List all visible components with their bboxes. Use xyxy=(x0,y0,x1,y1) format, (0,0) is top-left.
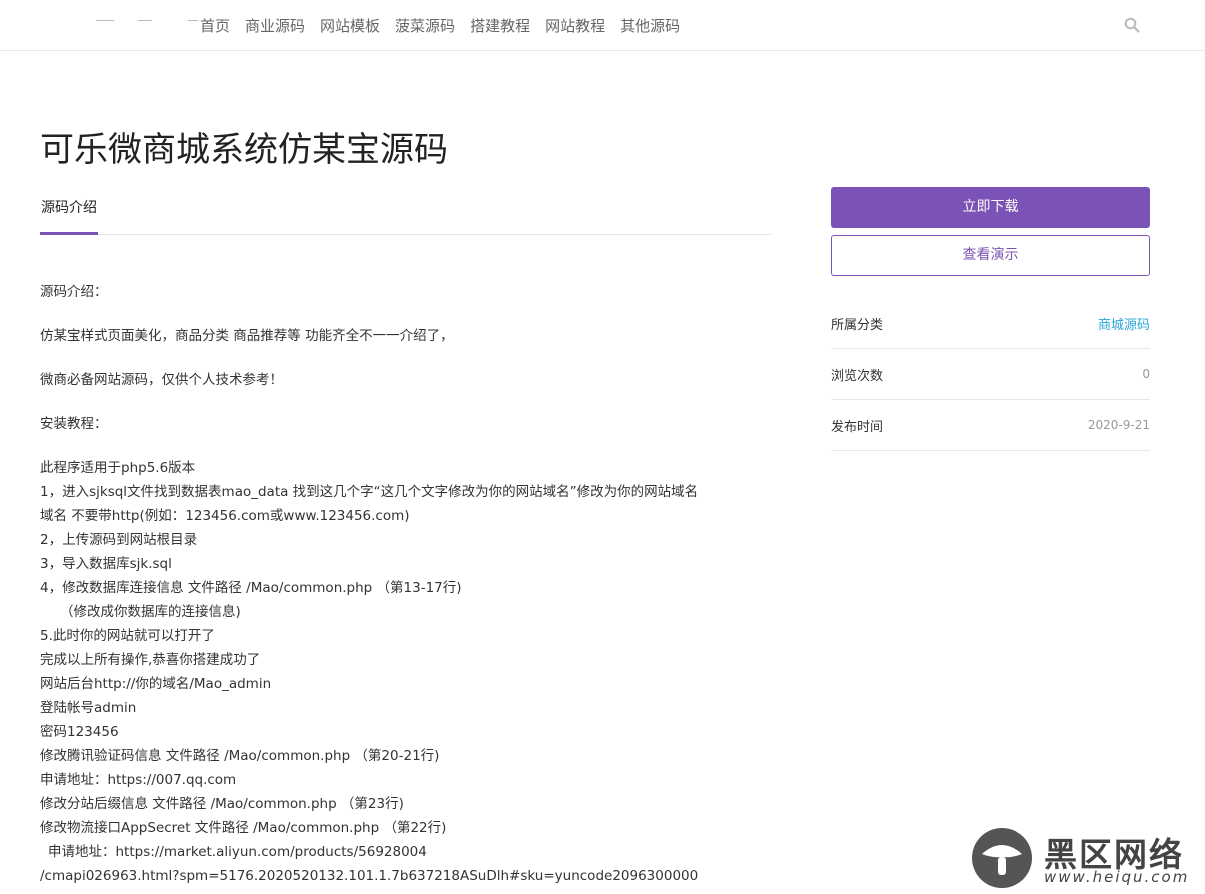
install-line: 3，导入数据库sjk.sql xyxy=(40,556,172,572)
nav-item-site-tutorials[interactable]: 网站教程 xyxy=(545,15,605,36)
install-line: /cmapi026963.html?spm=5176.2020520132.10… xyxy=(40,868,699,884)
install-line: 修改分站后缀信息 文件路径 /Mao/common.php （第23行) xyxy=(40,796,404,812)
install-heading: 安装教程： xyxy=(40,416,108,432)
install-steps: 此程序适用于php5.6版本 1，进入sjksql文件找到数据表mao_data… xyxy=(40,456,780,888)
install-line: 修改物流接口AppSecret 文件路径 /Mao/common.php （第2… xyxy=(40,820,447,836)
category-link[interactable]: 商城源码 xyxy=(1098,314,1150,333)
nav-item-commercial-source[interactable]: 商业源码 xyxy=(245,15,305,36)
meta-label: 浏览次数 xyxy=(831,368,884,384)
nav-item-bocai-source[interactable]: 菠菜源码 xyxy=(395,15,455,36)
install-line: 4，修改数据库连接信息 文件路径 /Mao/common.php （第13-17… xyxy=(40,580,462,596)
install-line: （修改成你数据库的连接信息) xyxy=(60,604,241,620)
download-button[interactable]: 立即下载 xyxy=(831,187,1150,228)
article-body: 源码介绍： 仿某宝样式页面美化，商品分类 商品推荐等 功能齐全不一一介绍了， 微… xyxy=(40,282,780,888)
view-demo-button[interactable]: 查看演示 xyxy=(831,235,1150,276)
nav-item-setup-tutorials[interactable]: 搭建教程 xyxy=(470,15,530,36)
views-count: 0 xyxy=(1142,367,1150,381)
install-line: 1，进入sjksql文件找到数据表mao_data 找到这几个字“这几个文字修改… xyxy=(40,484,699,500)
main-nav: 首页 商业源码 网站模板 菠菜源码 搭建教程 网站教程 其他源码 xyxy=(200,0,695,50)
nav-item-site-templates[interactable]: 网站模板 xyxy=(320,15,380,36)
watermark-url: www.heiqu.com xyxy=(1044,868,1190,886)
install-line: 完成以上所有操作,恭喜你搭建成功了 xyxy=(40,652,261,668)
watermark-logo: 黑区网络 www.heiqu.com xyxy=(972,826,1202,890)
intro-paragraph: 微商必备网站源码，仅供个人技术参考！ xyxy=(40,372,283,388)
meta-label: 所属分类 xyxy=(831,317,884,333)
search-icon[interactable] xyxy=(1124,17,1140,33)
meta-row-publish-date: 发布时间 2020-9-21 xyxy=(831,400,1150,451)
install-line: 此程序适用于php5.6版本 xyxy=(40,460,196,476)
install-line: 修改腾讯验证码信息 文件路径 /Mao/common.php （第20-21行) xyxy=(40,748,440,764)
install-line: 域名 不要带http(例如：123456.com或www.123456.com) xyxy=(40,508,410,524)
nav-item-home[interactable]: 首页 xyxy=(200,15,230,36)
install-line: 密码123456 xyxy=(40,724,119,740)
content-tabs: 源码介绍 xyxy=(40,187,771,235)
intro-heading: 源码介绍： xyxy=(40,284,108,300)
nav-item-other-source[interactable]: 其他源码 xyxy=(620,15,680,36)
meta-row-category: 所属分类 商城源码 xyxy=(831,298,1150,349)
meta-row-views: 浏览次数 0 xyxy=(831,349,1150,400)
meta-label: 发布时间 xyxy=(831,419,884,435)
meta-info: 所属分类 商城源码 浏览次数 0 发布时间 2020-9-21 xyxy=(831,298,1150,451)
install-line: 5.此时你的网站就可以打开了 xyxy=(40,628,215,644)
publish-date: 2020-9-21 xyxy=(1087,418,1150,432)
install-line: 申请地址：https://007.qq.com xyxy=(40,772,237,788)
tab-source-intro[interactable]: 源码介绍 xyxy=(40,187,98,235)
install-line: 网站后台http://你的域名/Mao_admin xyxy=(40,676,272,692)
install-line: 申请地址：https://market.aliyun.com/products/… xyxy=(48,844,427,860)
intro-paragraph: 仿某宝样式页面美化，商品分类 商品推荐等 功能齐全不一一介绍了， xyxy=(40,328,454,344)
mushroom-icon xyxy=(972,828,1032,888)
install-line: 2，上传源码到网站根目录 xyxy=(40,532,198,548)
install-line: 登陆帐号admin xyxy=(40,700,137,716)
top-navbar: 首页 商业源码 网站模板 菠菜源码 搭建教程 网站教程 其他源码 xyxy=(0,0,1205,51)
page-title: 可乐微商城系统仿某宝源码 xyxy=(40,130,448,170)
